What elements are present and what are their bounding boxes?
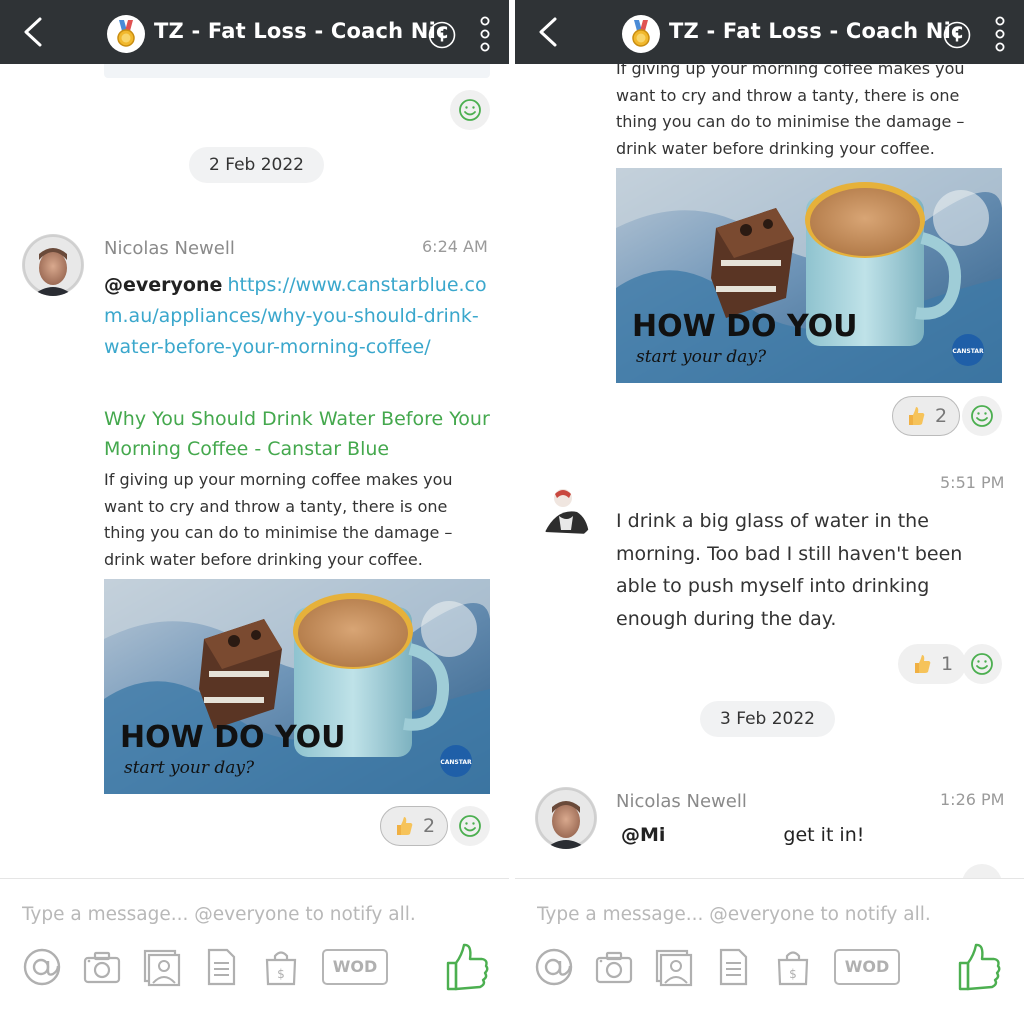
message-time: 5:51 PM	[940, 473, 1005, 492]
photo-library-icon[interactable]	[141, 947, 181, 987]
image-caption-script: start your day?	[124, 758, 255, 778]
image-caption-script: start your day?	[636, 347, 767, 367]
message-time: 6:24 AM	[422, 237, 488, 256]
thumbs-up-emoji-icon	[915, 655, 931, 673]
mention-everyone[interactable]: @everyone	[104, 274, 222, 296]
camera-icon[interactable]	[82, 947, 122, 987]
chat-pane-left: TZ - Fat Loss - Coach Nic 2 Feb 2022 Nic…	[0, 0, 509, 1024]
message-list[interactable]: 2 Feb 2022 Nicolas Newell 6:24 AM @every…	[0, 64, 509, 878]
wod-button[interactable]: WOD	[834, 949, 900, 985]
chat-title: TZ - Fat Loss - Coach Nic	[669, 19, 964, 43]
like-count: 2	[935, 405, 948, 427]
link-preview-image[interactable]: HOW DO YOU start your day? CANSTAR	[104, 579, 490, 794]
link-preview-image[interactable]: HOW DO YOU start your day? CANSTAR	[616, 168, 1002, 383]
camera-icon[interactable]	[594, 947, 634, 987]
sender-name[interactable]: Nicolas Newell	[616, 791, 747, 812]
more-options-icon[interactable]	[991, 16, 1009, 52]
avatar[interactable]	[537, 482, 595, 540]
more-options-icon[interactable]	[476, 16, 494, 52]
message-input[interactable]	[537, 899, 1007, 929]
wod-button[interactable]: WOD	[322, 949, 388, 985]
smiley-icon	[459, 99, 481, 121]
smiley-icon	[971, 405, 993, 427]
add-reaction-button[interactable]	[450, 90, 490, 130]
canstar-logo: CANSTAR	[440, 759, 472, 766]
user-photo	[535, 787, 597, 849]
document-icon[interactable]	[201, 947, 241, 987]
at-mention-icon[interactable]	[534, 947, 574, 987]
link-preview-description: If giving up your morning coffee makes y…	[616, 64, 965, 158]
info-icon[interactable]	[943, 21, 971, 49]
date-separator: 3 Feb 2022	[700, 701, 835, 737]
link-preview-title[interactable]: Why You Should Drink Water Before Your M…	[104, 404, 494, 464]
chat-header: TZ - Fat Loss - Coach Nic	[515, 0, 1024, 64]
message-input[interactable]	[22, 899, 492, 929]
image-caption: HOW DO YOU	[632, 309, 858, 344]
like-count: 2	[423, 815, 436, 837]
like-reaction[interactable]: 2	[892, 396, 961, 436]
add-reaction-button[interactable]	[450, 806, 490, 846]
document-icon[interactable]	[713, 947, 753, 987]
thumbs-up-emoji-icon	[397, 817, 413, 835]
back-arrow-icon[interactable]	[18, 16, 50, 48]
group-avatar[interactable]	[622, 15, 660, 53]
message-text: I drink a big glass of water in the morn…	[616, 510, 963, 630]
mention-user[interactable]: @Mi	[621, 824, 665, 846]
like-count: 1	[941, 653, 954, 675]
sender-name[interactable]: Nicolas Newell	[104, 238, 235, 259]
user-photo	[537, 482, 595, 540]
back-arrow-icon[interactable]	[533, 16, 565, 48]
message-text: @Mi get it in!	[621, 824, 864, 846]
medal-icon	[117, 20, 135, 47]
previous-message-bubble	[104, 64, 490, 78]
svg-text:$: $	[277, 967, 285, 981]
date-separator: 2 Feb 2022	[189, 147, 324, 183]
svg-text:$: $	[789, 967, 797, 981]
add-reaction-button[interactable]	[962, 644, 1002, 684]
message-composer: $ WOD	[515, 878, 1024, 1024]
chat-pane-right: TZ - Fat Loss - Coach Nic If giving up y…	[515, 0, 1024, 1024]
message-time: 1:26 PM	[940, 790, 1005, 809]
group-avatar[interactable]	[107, 15, 145, 53]
thumbs-up-emoji-icon	[909, 407, 925, 425]
shopping-bag-icon[interactable]: $	[773, 947, 813, 987]
at-mention-icon[interactable]	[22, 947, 62, 987]
image-caption: HOW DO YOU	[120, 720, 346, 755]
medal-icon	[632, 20, 650, 47]
message-text-end: get it in!	[783, 824, 865, 846]
smiley-icon	[971, 653, 993, 675]
message-composer: $ WOD	[0, 878, 509, 1024]
add-reaction-button[interactable]	[962, 864, 1002, 878]
add-reaction-button[interactable]	[962, 396, 1002, 436]
thumbs-up-send-icon[interactable]	[444, 941, 490, 993]
like-reaction[interactable]: 1	[898, 644, 967, 684]
shopping-bag-icon[interactable]: $	[261, 947, 301, 987]
smiley-icon	[459, 815, 481, 837]
message-list[interactable]: If giving up your morning coffee makes y…	[515, 64, 1024, 878]
chat-title: TZ - Fat Loss - Coach Nic	[154, 19, 449, 43]
canstar-logo: CANSTAR	[952, 348, 984, 355]
photo-library-icon[interactable]	[653, 947, 693, 987]
chat-header: TZ - Fat Loss - Coach Nic	[0, 0, 509, 64]
like-reaction[interactable]: 2	[380, 806, 449, 846]
avatar[interactable]	[22, 234, 84, 296]
user-photo	[22, 234, 84, 296]
link-preview-description: If giving up your morning coffee makes y…	[104, 470, 453, 569]
info-icon[interactable]	[428, 21, 456, 49]
message-body: @everyone https://www.canstarblue.com.au…	[104, 270, 494, 363]
thumbs-up-send-icon[interactable]	[956, 941, 1002, 993]
avatar[interactable]	[535, 787, 597, 849]
